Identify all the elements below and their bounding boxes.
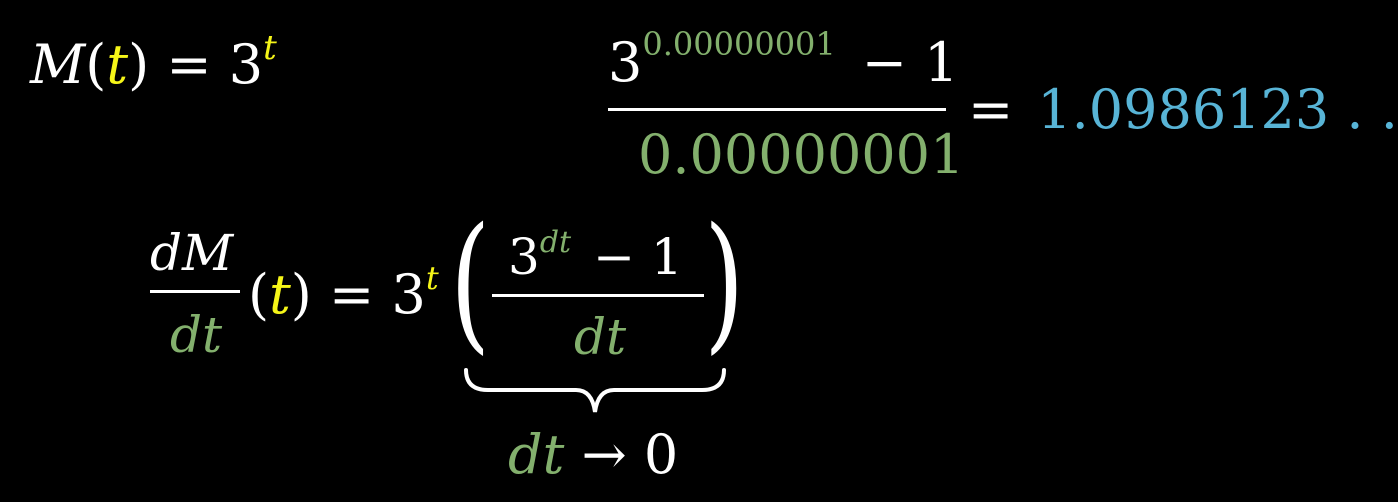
inner-base: 3: [508, 228, 540, 286]
numeric-numerator: 30.00000001− 1: [608, 28, 959, 90]
variable-t: t: [269, 263, 291, 326]
equals-sign: =: [166, 33, 212, 96]
close-paren: ): [290, 263, 312, 326]
close-paren: ): [128, 33, 150, 96]
derivative-numerator: dM: [150, 224, 234, 282]
limit-arrow: →: [581, 423, 627, 486]
equals-sign: =: [968, 78, 1014, 141]
numeric-denominator: 0.00000001: [638, 123, 965, 186]
big-right-paren: ): [704, 196, 745, 368]
inner-minus-one: − 1: [593, 228, 683, 286]
exponent-t: t: [263, 28, 277, 68]
big-left-paren: (: [450, 196, 491, 368]
base-three: 3: [228, 33, 264, 96]
fraction-bar: [608, 108, 946, 111]
underbrace-icon: [464, 368, 726, 413]
numerator-minus-one: − 1: [861, 31, 959, 94]
numerator-base: 3: [608, 31, 643, 94]
definition-equation: M(t) = 3t: [30, 31, 277, 92]
exponent-t: t: [425, 259, 439, 297]
inner-exponent: dt: [539, 225, 572, 260]
variable-t: t: [106, 33, 129, 96]
numerator-exponent: 0.00000001: [642, 25, 836, 63]
open-paren: (: [85, 33, 107, 96]
derivative-denominator: dt: [170, 306, 223, 364]
derivative-fraction-bar: [150, 290, 240, 293]
base-three: 3: [391, 263, 426, 326]
open-paren: (: [248, 263, 270, 326]
result-value: 1.0986123 . . .: [1037, 78, 1398, 141]
inner-numerator: 3dt − 1: [508, 228, 683, 283]
formula-canvas: { "colors": { "background": "#000000", "…: [0, 0, 1398, 502]
limit-value: 0: [643, 423, 679, 486]
limit-variable: dt: [508, 423, 565, 486]
function-name: M: [30, 33, 86, 96]
inner-denominator: dt: [574, 308, 627, 366]
numeric-result: = 1.0986123 . . .: [968, 83, 1398, 137]
inner-fraction-bar: [492, 294, 704, 297]
derivative-rhs: (t) = 3t: [248, 262, 439, 322]
limit-condition: dt → 0: [508, 428, 678, 482]
equals-sign: =: [329, 263, 375, 326]
